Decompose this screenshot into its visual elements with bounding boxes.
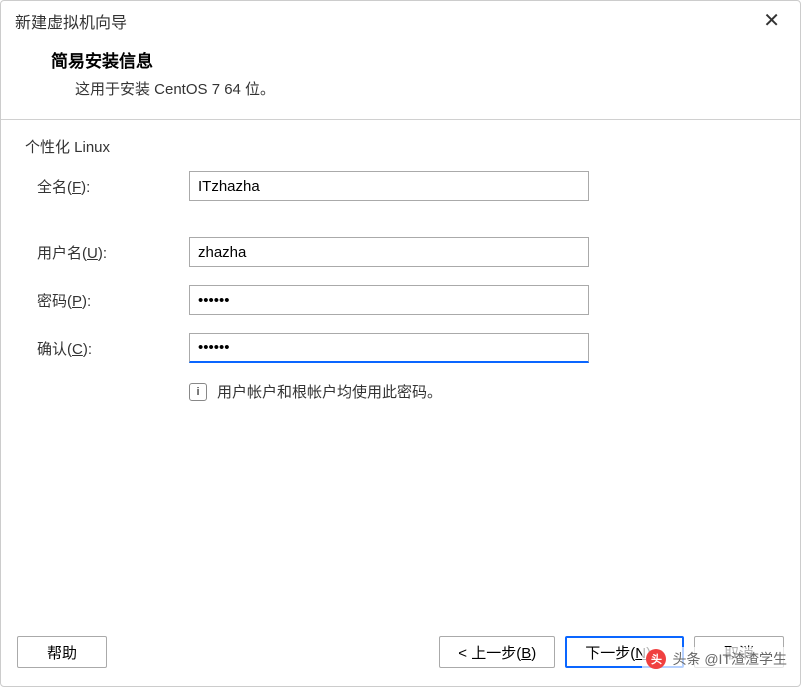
page-title: 简易安装信息 xyxy=(51,47,760,72)
confirm-input[interactable] xyxy=(189,333,589,363)
confirm-label: 确认(C): xyxy=(37,338,189,359)
username-input[interactable] xyxy=(189,237,589,267)
username-label: 用户名(U): xyxy=(37,242,189,263)
content-area: 个性化 Linux 全名(F): 用户名(U): 密码(P): 确认(C): xyxy=(1,120,800,624)
watermark-text: 头条 @IT渣渣学生 xyxy=(672,649,787,669)
section-label: 个性化 Linux xyxy=(25,136,776,157)
fullname-row: 全名(F): xyxy=(25,171,776,201)
watermark: 头 头条 @IT渣渣学生 xyxy=(642,647,791,671)
watermark-icon: 头 xyxy=(646,649,666,669)
info-text: 用户帐户和根帐户均使用此密码。 xyxy=(217,381,442,402)
info-row: i 用户帐户和根帐户均使用此密码。 xyxy=(25,381,776,402)
page-subtitle: 这用于安装 CentOS 7 64 位。 xyxy=(51,78,760,99)
back-button[interactable]: < 上一步(B) xyxy=(439,636,555,668)
help-button[interactable]: 帮助 xyxy=(17,636,107,668)
password-row: 密码(P): xyxy=(25,285,776,315)
fullname-label: 全名(F): xyxy=(37,176,189,197)
titlebar: 新建虚拟机向导 ✕ xyxy=(1,1,800,37)
fullname-input[interactable] xyxy=(189,171,589,201)
confirm-row: 确认(C): xyxy=(25,333,776,363)
header-section: 简易安装信息 这用于安装 CentOS 7 64 位。 xyxy=(1,37,800,119)
password-input[interactable] xyxy=(189,285,589,315)
wizard-window: 新建虚拟机向导 ✕ 简易安装信息 这用于安装 CentOS 7 64 位。 个性… xyxy=(0,0,801,687)
password-label: 密码(P): xyxy=(37,290,189,311)
close-icon[interactable]: ✕ xyxy=(757,9,786,33)
username-row: 用户名(U): xyxy=(25,237,776,267)
window-title: 新建虚拟机向导 xyxy=(15,9,127,33)
info-icon: i xyxy=(189,383,207,401)
